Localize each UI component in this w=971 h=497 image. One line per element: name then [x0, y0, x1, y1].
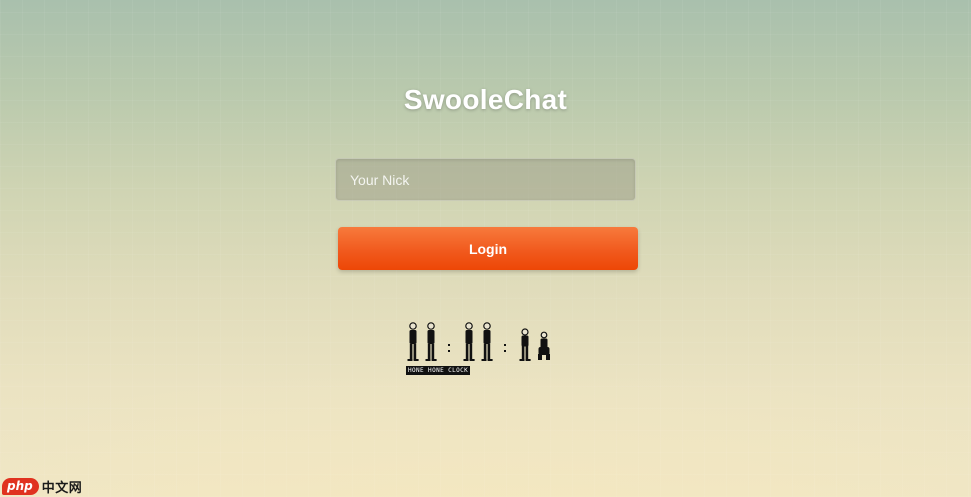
clock-figure — [463, 322, 475, 361]
site-name-text: 中文网 — [41, 480, 83, 496]
clock-colon-dot — [448, 344, 450, 346]
login-button[interactable]: Login — [338, 227, 638, 270]
clock-figure — [425, 322, 437, 361]
php-logo-badge: php — [2, 477, 39, 495]
nick-input[interactable] — [335, 158, 636, 201]
clock-figure — [519, 328, 531, 361]
clock-caption: HONE HONE CLOCK — [406, 366, 471, 375]
clock-colon-dot — [448, 350, 450, 352]
clock-figure — [407, 322, 419, 361]
clock-colon-dot — [504, 344, 506, 346]
clock-figures — [407, 322, 550, 361]
php-cn-watermark[interactable]: php 中文网 — [2, 476, 82, 496]
clock-colon-dot — [504, 350, 506, 352]
clock-figure — [481, 322, 493, 361]
app-title: SwooleChat — [403, 84, 568, 115]
clock-figure — [538, 331, 550, 360]
